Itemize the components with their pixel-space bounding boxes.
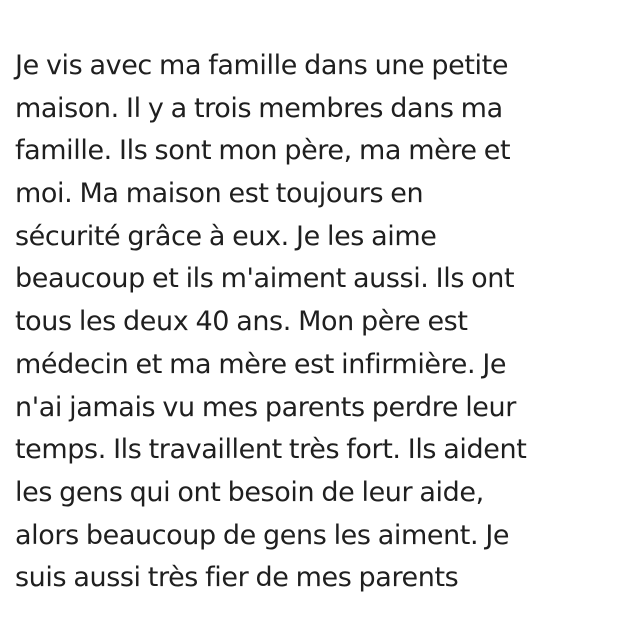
text-line: moi. Ma maison est toujours en [15,178,424,210]
text-line: Je vis avec ma famille dans une petite [15,50,509,81]
text-line: alors beaucoup de gens les aiment. Je [15,519,510,551]
text-line: suis aussi très fier de mes parents [15,562,459,594]
text-line: n'ai jamais vu mes parents perdre leur [15,391,516,423]
text-line: maison. Il y a trois membres dans ma [15,92,503,124]
text-line: beaucoup et ils m'aiment aussi. Ils ont [15,263,515,295]
text-line: temps. Ils travaillent très fort. Ils ai… [15,434,527,466]
document-body: Je vis avec ma famille dans une petite m… [15,45,625,600]
text-line: tous les deux 40 ans. Mon père est [15,306,468,338]
text-line: médecin et ma mère est infirmière. Je [15,348,507,380]
text-line: famille. Ils sont mon père, ma mère et [15,135,511,167]
text-line: les gens qui ont besoin de leur aide, [15,476,484,508]
text-line: sécurité grâce à eux. Je les aime [15,220,437,252]
